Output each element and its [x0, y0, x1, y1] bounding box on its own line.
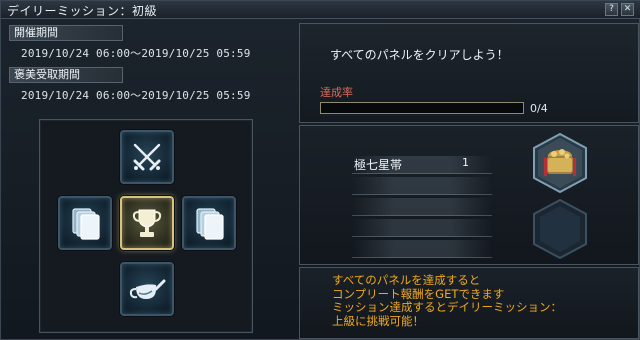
note-line-1: すべてのパネルを達成すると	[332, 273, 481, 287]
mission-panel-grid	[39, 119, 253, 333]
event-period-label: 開催期間	[9, 25, 123, 41]
mission-description: すべてのパネルをクリアしよう！	[330, 48, 509, 62]
reward-period-label: 褒美受取期間	[9, 67, 123, 83]
trophy-icon	[132, 209, 162, 237]
note-panel: すべてのパネルを達成すると コンプリート報酬をGETできます ミッション達成する…	[299, 267, 639, 339]
reward-row	[352, 198, 492, 216]
panel-center-trophy[interactable]	[120, 196, 174, 250]
crossed-swords-icon	[133, 143, 161, 171]
progress-label: 達成率	[320, 86, 353, 99]
progress-count: 0/4	[530, 102, 548, 115]
help-icon[interactable]: ?	[605, 3, 618, 16]
note-line-2: コンプリート報酬をGETできます	[332, 286, 505, 301]
reward-row	[352, 240, 492, 258]
title-bar[interactable]: デイリーミッション：初級 ? ✕	[1, 1, 640, 19]
panel-bottom-watering[interactable]	[120, 262, 174, 316]
panel-left-cards[interactable]	[58, 196, 112, 250]
reward-row	[352, 219, 492, 237]
cards-icon	[196, 208, 224, 240]
cards-icon	[72, 208, 100, 240]
reward-row	[352, 177, 492, 195]
daily-mission-window: デイリーミッション：初級 ? ✕ 開催期間 2019/10/24 06:00～2…	[0, 0, 640, 340]
progress-bar	[320, 102, 524, 114]
close-icon[interactable]: ✕	[621, 3, 634, 16]
gold-pouch-icon[interactable]	[532, 132, 588, 194]
panel-right-cards[interactable]	[182, 196, 236, 250]
reward-period-dates: 2019/10/24 06:00～2019/10/25 05:59	[21, 89, 251, 102]
reward-panel: 極七星帯 1	[299, 125, 639, 265]
note-line-3: ミッション達成するとデイリーミッション：	[332, 300, 562, 314]
window-title: デイリーミッション：初級	[7, 4, 158, 18]
reward-item-name: 極七星帯	[354, 158, 403, 172]
mission-info-panel: すべてのパネルをクリアしよう！ 達成率 0/4	[299, 23, 639, 123]
empty-hex-slot-icon	[533, 198, 587, 260]
reward-item-qty: 1	[462, 156, 469, 169]
left-panel: 開催期間 2019/10/24 06:00～2019/10/25 05:59 褒…	[3, 23, 285, 339]
note-line-4: 上級に挑戦可能！	[332, 313, 424, 328]
event-period-dates: 2019/10/24 06:00～2019/10/25 05:59	[21, 47, 251, 60]
panel-top-swords[interactable]	[120, 130, 174, 184]
watering-can-icon	[129, 279, 166, 299]
